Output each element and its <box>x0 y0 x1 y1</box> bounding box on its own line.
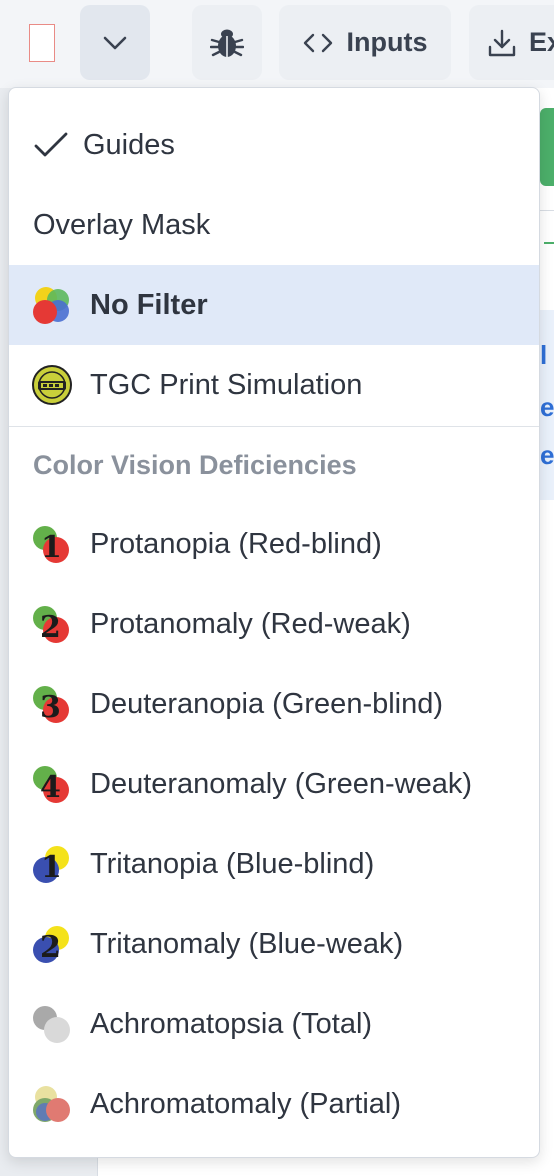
tritanopia-icon-number: 1 <box>41 850 62 885</box>
tritanopia-icon: 1 <box>33 846 69 885</box>
inputs-button[interactable]: Inputs <box>279 5 451 80</box>
bug-icon <box>210 29 244 57</box>
menu-item-label: Tritanomaly (Blue-weak) <box>90 927 404 960</box>
no-filter-icon <box>33 287 69 324</box>
toolbar: Inputs Ex <box>0 0 554 88</box>
view-options-menu: Guides Overlay Mask No Filter TGC Print … <box>8 87 540 1158</box>
view-options-dropdown-button[interactable] <box>80 5 150 80</box>
menu-item-protanopia[interactable]: 1 Protanopia (Red-blind) <box>9 504 539 584</box>
menu-item-label: Guides <box>83 128 175 161</box>
menu-item-tritanopia[interactable]: 1 Tritanopia (Blue-blind) <box>9 824 539 904</box>
menu-item-label: Achromatomaly (Partial) <box>90 1087 402 1120</box>
background-letter: l <box>540 340 548 370</box>
menu-item-overlay-mask[interactable]: Overlay Mask <box>9 185 539 265</box>
menu-item-tgc-print-simulation[interactable]: TGC Print Simulation <box>9 345 539 425</box>
protanomaly-icon: 2 <box>33 606 69 645</box>
menu-item-deuteranopia[interactable]: 3 Deuteranopia (Green-blind) <box>9 664 539 744</box>
menu-item-label: Protanomaly (Red-weak) <box>90 607 411 640</box>
menu-item-protanomaly[interactable]: 2 Protanomaly (Red-weak) <box>9 584 539 664</box>
background-green-button <box>540 108 554 186</box>
deuteranopia-icon: 3 <box>33 686 69 725</box>
deuteranomaly-icon-number: 4 <box>40 770 61 805</box>
color-swatch <box>29 23 55 62</box>
checkmark-icon <box>34 132 68 157</box>
menu-item-label: TGC Print Simulation <box>90 368 363 401</box>
menu-item-deuteranomaly[interactable]: 4 Deuteranomaly (Green-weak) <box>9 744 539 824</box>
tgc-print-icon <box>32 365 72 405</box>
menu-item-label: Achromatopsia (Total) <box>90 1007 373 1040</box>
deuteranopia-icon-number: 3 <box>40 690 61 725</box>
tritanomaly-icon-number: 2 <box>40 930 61 965</box>
menu-item-guides[interactable]: Guides <box>9 105 539 185</box>
menu-item-label: Tritanopia (Blue-blind) <box>90 847 375 880</box>
export-button-label: Ex <box>529 27 554 57</box>
menu-item-label: Deuteranopia (Green-blind) <box>90 687 444 720</box>
deuteranomaly-icon: 4 <box>33 766 69 805</box>
menu-item-label: Overlay Mask <box>33 208 211 241</box>
achromatomaly-icon <box>33 1086 70 1122</box>
protanopia-icon-number: 1 <box>41 530 62 565</box>
export-button[interactable]: Ex <box>469 5 554 80</box>
protanopia-icon: 1 <box>33 526 69 565</box>
menu-item-tritanomaly[interactable]: 2 Tritanomaly (Blue-weak) <box>9 904 539 984</box>
menu-item-label: No Filter <box>90 288 208 321</box>
menu-item-achromatomaly[interactable]: Achromatomaly (Partial) <box>9 1064 539 1144</box>
protanomaly-icon-number: 2 <box>40 610 61 645</box>
achromatopsia-icon <box>33 1006 70 1043</box>
menu-item-achromatopsia[interactable]: Achromatopsia (Total) <box>9 984 539 1064</box>
inputs-button-label: Inputs <box>346 27 428 57</box>
background-divider <box>540 210 554 211</box>
background-letter: e <box>540 440 554 470</box>
code-brackets-icon <box>303 33 332 52</box>
color-swatch-button[interactable] <box>8 5 76 80</box>
download-icon <box>488 29 516 56</box>
menu-item-no-filter[interactable]: No Filter <box>9 265 539 345</box>
tritanomaly-icon: 2 <box>33 926 69 965</box>
background-letter: e <box>540 392 554 422</box>
background-green-dash <box>544 242 554 244</box>
chevron-down-icon <box>103 36 127 49</box>
section-label-color-vision: Color Vision Deficiencies <box>33 450 357 480</box>
menu-divider <box>9 426 539 427</box>
menu-item-label: Deuteranomaly (Green-weak) <box>90 767 472 800</box>
menu-item-label: Protanopia (Red-blind) <box>90 527 382 560</box>
debug-button[interactable] <box>192 5 262 80</box>
